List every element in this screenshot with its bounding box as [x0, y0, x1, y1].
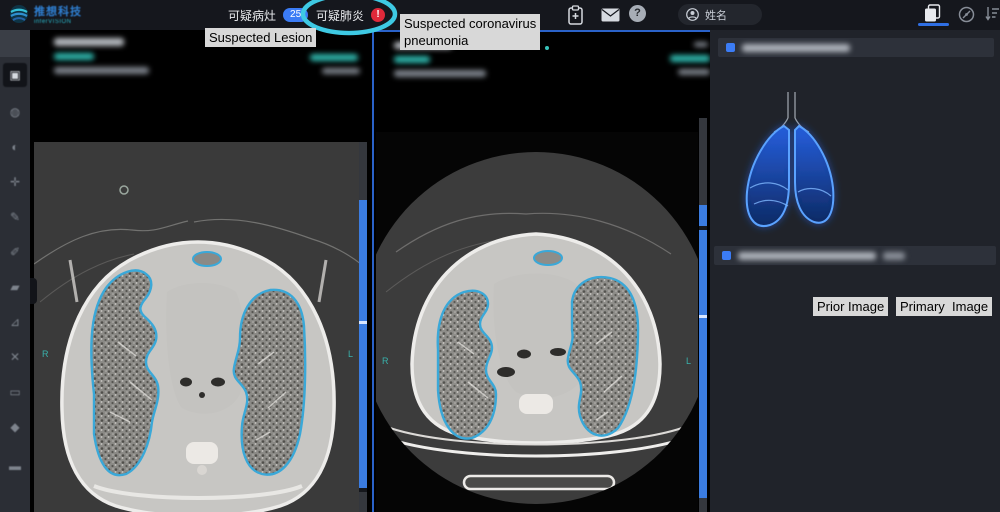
lungs-illustration — [735, 88, 847, 236]
section-icon — [722, 251, 731, 260]
tool-contrast-icon[interactable]: ◐ — [3, 135, 27, 159]
active-tab-indicator — [918, 23, 949, 26]
patient-id-redacted — [54, 38, 124, 46]
annotation-suspected-pneumonia: Suspected coronaviruspneumonia — [400, 14, 540, 50]
study-date-redacted — [310, 54, 358, 61]
lesion-count-badge: 25 — [283, 8, 308, 22]
tool-circle-icon[interactable]: ◍ — [3, 100, 27, 124]
patient-name-redacted — [54, 53, 94, 60]
study-time-redacted — [322, 68, 360, 74]
tool-pen-icon[interactable]: ✐ — [3, 240, 27, 264]
tool-roi-rect-icon[interactable]: ▭ — [3, 380, 27, 404]
section-title-redacted — [738, 252, 876, 260]
lung-contour-left — [568, 277, 638, 436]
slice-position-tick — [699, 315, 707, 318]
help-icon[interactable]: ? — [629, 5, 646, 22]
annotation-prior-image: Prior Image — [813, 297, 888, 316]
tool-layout-icon[interactable]: ▣ — [3, 63, 27, 87]
study-info-redacted — [54, 67, 149, 74]
section-title-redacted — [742, 44, 850, 52]
annotation-suspected-lesion: Suspected Lesion — [205, 28, 316, 47]
study-date-redacted — [670, 55, 710, 62]
orientation-marker-left: L — [686, 356, 691, 366]
logo-title: 推想科技 — [34, 3, 82, 19]
analysis-section-header[interactable] — [718, 38, 994, 57]
ct-image-current[interactable]: R L — [376, 132, 698, 512]
orientation-marker-right: R — [382, 356, 389, 366]
tool-diamond-icon[interactable]: ◆ — [3, 415, 27, 439]
suspected-pneumonia-toggle[interactable]: 可疑肺炎 ! — [316, 0, 385, 30]
tool-eraser-icon[interactable]: ▬ — [3, 454, 27, 478]
orientation-marker-right: R — [42, 349, 49, 359]
mail-icon[interactable] — [601, 8, 620, 22]
suspected-lesion-toggle[interactable]: 可疑病灶 25 — [228, 0, 308, 30]
sort-list-icon[interactable] — [985, 6, 1000, 22]
viewer-current[interactable]: R L — [372, 30, 710, 512]
slice-position-tick — [359, 321, 367, 324]
series-number-redacted — [694, 42, 708, 47]
sidebar-header — [0, 30, 30, 57]
suspected-lesion-label: 可疑病灶 — [228, 7, 276, 24]
ct-image-prior[interactable]: R L — [34, 142, 362, 512]
app-logo[interactable]: 推想科技 inferVISION — [8, 3, 82, 25]
user-account-button[interactable]: 姓名 — [678, 4, 762, 25]
patient-name-redacted — [394, 56, 430, 63]
tool-cross-icon[interactable]: ✕ — [3, 345, 27, 369]
pneumonia-alert-badge: ! — [371, 8, 385, 22]
user-icon — [686, 8, 699, 21]
orientation-marker-left: L — [348, 349, 353, 359]
tool-sidebar: ▣ ◍ ◐ ✛ ✎ ✐ ▰ ⊿ ✕ ▭ ◆ ▬ — [0, 30, 30, 512]
slice-scrollbar-thumb[interactable] — [359, 200, 367, 490]
suspected-pneumonia-label: 可疑肺炎 — [316, 7, 364, 24]
slice-scrollbar-notch — [359, 488, 367, 492]
trachea-contour — [534, 251, 562, 265]
logo-swirl-icon — [8, 3, 30, 25]
scanner-couch — [464, 476, 614, 489]
compare-pages-icon[interactable] — [924, 4, 941, 22]
app-window: 推想科技 inferVISION 可疑病灶 25 可疑肺炎 ! ? — [0, 0, 1000, 512]
lung-contour-left — [234, 290, 305, 475]
username-label: 姓名 — [705, 7, 727, 23]
study-info-redacted — [394, 70, 486, 77]
section-icon — [726, 43, 735, 52]
tool-pencil-icon[interactable]: ✎ — [3, 205, 27, 229]
logo-subtitle: inferVISION — [34, 19, 82, 25]
annotation-primary-image: Primary Image — [896, 297, 992, 316]
compass-icon[interactable] — [958, 6, 975, 23]
slice-scrollbar-thumb[interactable] — [699, 205, 707, 498]
trachea-contour — [193, 252, 221, 266]
section-subtitle-redacted — [883, 252, 905, 260]
slice-scrollbar-notch — [699, 226, 707, 230]
tool-marker-icon[interactable]: ▰ — [3, 275, 27, 299]
study-time-redacted — [678, 69, 710, 75]
status-dot — [545, 46, 549, 50]
tool-move-icon[interactable]: ✛ — [3, 170, 27, 194]
viewer-prior[interactable]: R L — [30, 30, 372, 512]
tool-angle-icon[interactable]: ⊿ — [3, 310, 27, 334]
analysis-panel: ! ! ! ! ! ! — [710, 30, 1000, 512]
comparison-section-header[interactable] — [714, 246, 996, 265]
report-clipboard-icon[interactable] — [568, 5, 583, 25]
panel-handle[interactable] — [30, 278, 37, 304]
